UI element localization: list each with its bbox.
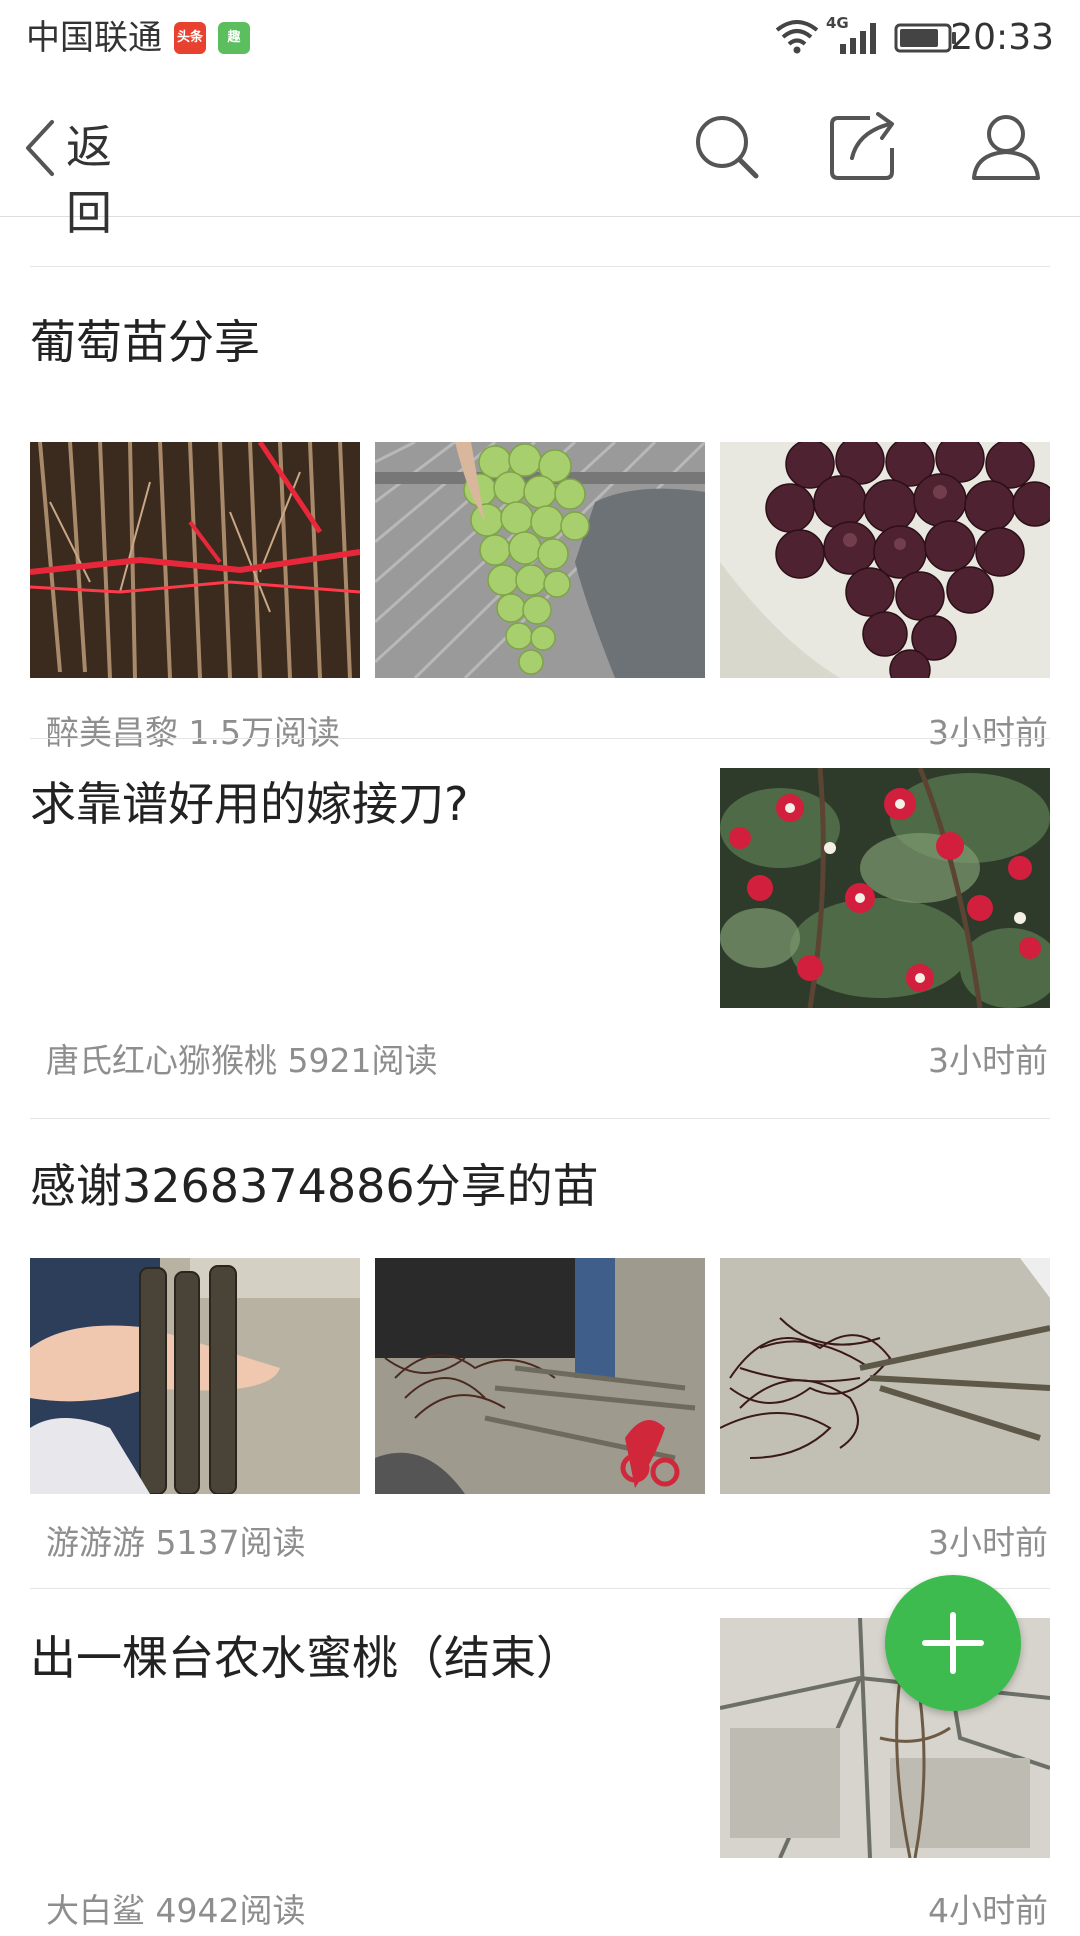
top-nav-bar: 返回	[0, 76, 1080, 240]
chevron-left-icon	[26, 120, 54, 176]
post-card[interactable]: 感谢3268374886分享的苗 游游游 5137阅读 3小时前	[0, 1118, 1080, 1588]
post-time: 3小时前	[928, 1523, 1048, 1562]
post-time: 4小时前	[928, 1891, 1048, 1930]
post-image-root-ball[interactable]	[720, 1258, 1050, 1494]
post-time: 3小时前	[928, 1041, 1048, 1080]
battery-icon	[894, 23, 956, 53]
back-label: 返回	[66, 120, 112, 240]
post-image-cuttings-in-hand[interactable]	[30, 1258, 360, 1494]
post-image-kiwi-flowers[interactable]	[720, 768, 1050, 1008]
post-image-grape-seedlings[interactable]	[30, 442, 360, 678]
post-image-purple-grapes[interactable]	[720, 442, 1050, 678]
user-icon[interactable]	[970, 110, 1042, 182]
plus-icon	[922, 1612, 984, 1674]
clock: 20:33	[950, 17, 1054, 58]
status-bar: 中国联通 头条 趣 4G 20:33	[0, 0, 1080, 76]
create-post-button[interactable]	[885, 1575, 1021, 1711]
post-title: 出一棵台农水蜜桃（结束）	[30, 1631, 582, 1685]
post-author-reads: 大白鲨 4942阅读	[46, 1891, 306, 1930]
post-title: 求靠谱好用的嫁接刀?	[30, 777, 469, 831]
qu-app-icon: 趣	[218, 22, 250, 54]
post-card[interactable]: 求靠谱好用的嫁接刀? 唐氏红心猕猴桃 5921阅读 3小时前	[0, 738, 1080, 1118]
post-author-reads: 唐氏红心猕猴桃 5921阅读	[46, 1041, 438, 1080]
post-title: 葡萄苗分享	[30, 315, 260, 369]
carrier-label: 中国联通	[26, 18, 162, 58]
post-title: 感谢3268374886分享的苗	[30, 1159, 599, 1213]
search-icon[interactable]	[690, 110, 762, 182]
post-image-green-grapes[interactable]	[375, 442, 705, 678]
post-image-roots-scissors[interactable]	[375, 1258, 705, 1494]
toutiao-app-icon: 头条	[174, 22, 206, 54]
signal-icon	[840, 23, 876, 54]
post-author-reads: 游游游 5137阅读	[46, 1523, 306, 1562]
wifi-icon	[775, 20, 819, 54]
share-icon[interactable]	[828, 110, 900, 182]
